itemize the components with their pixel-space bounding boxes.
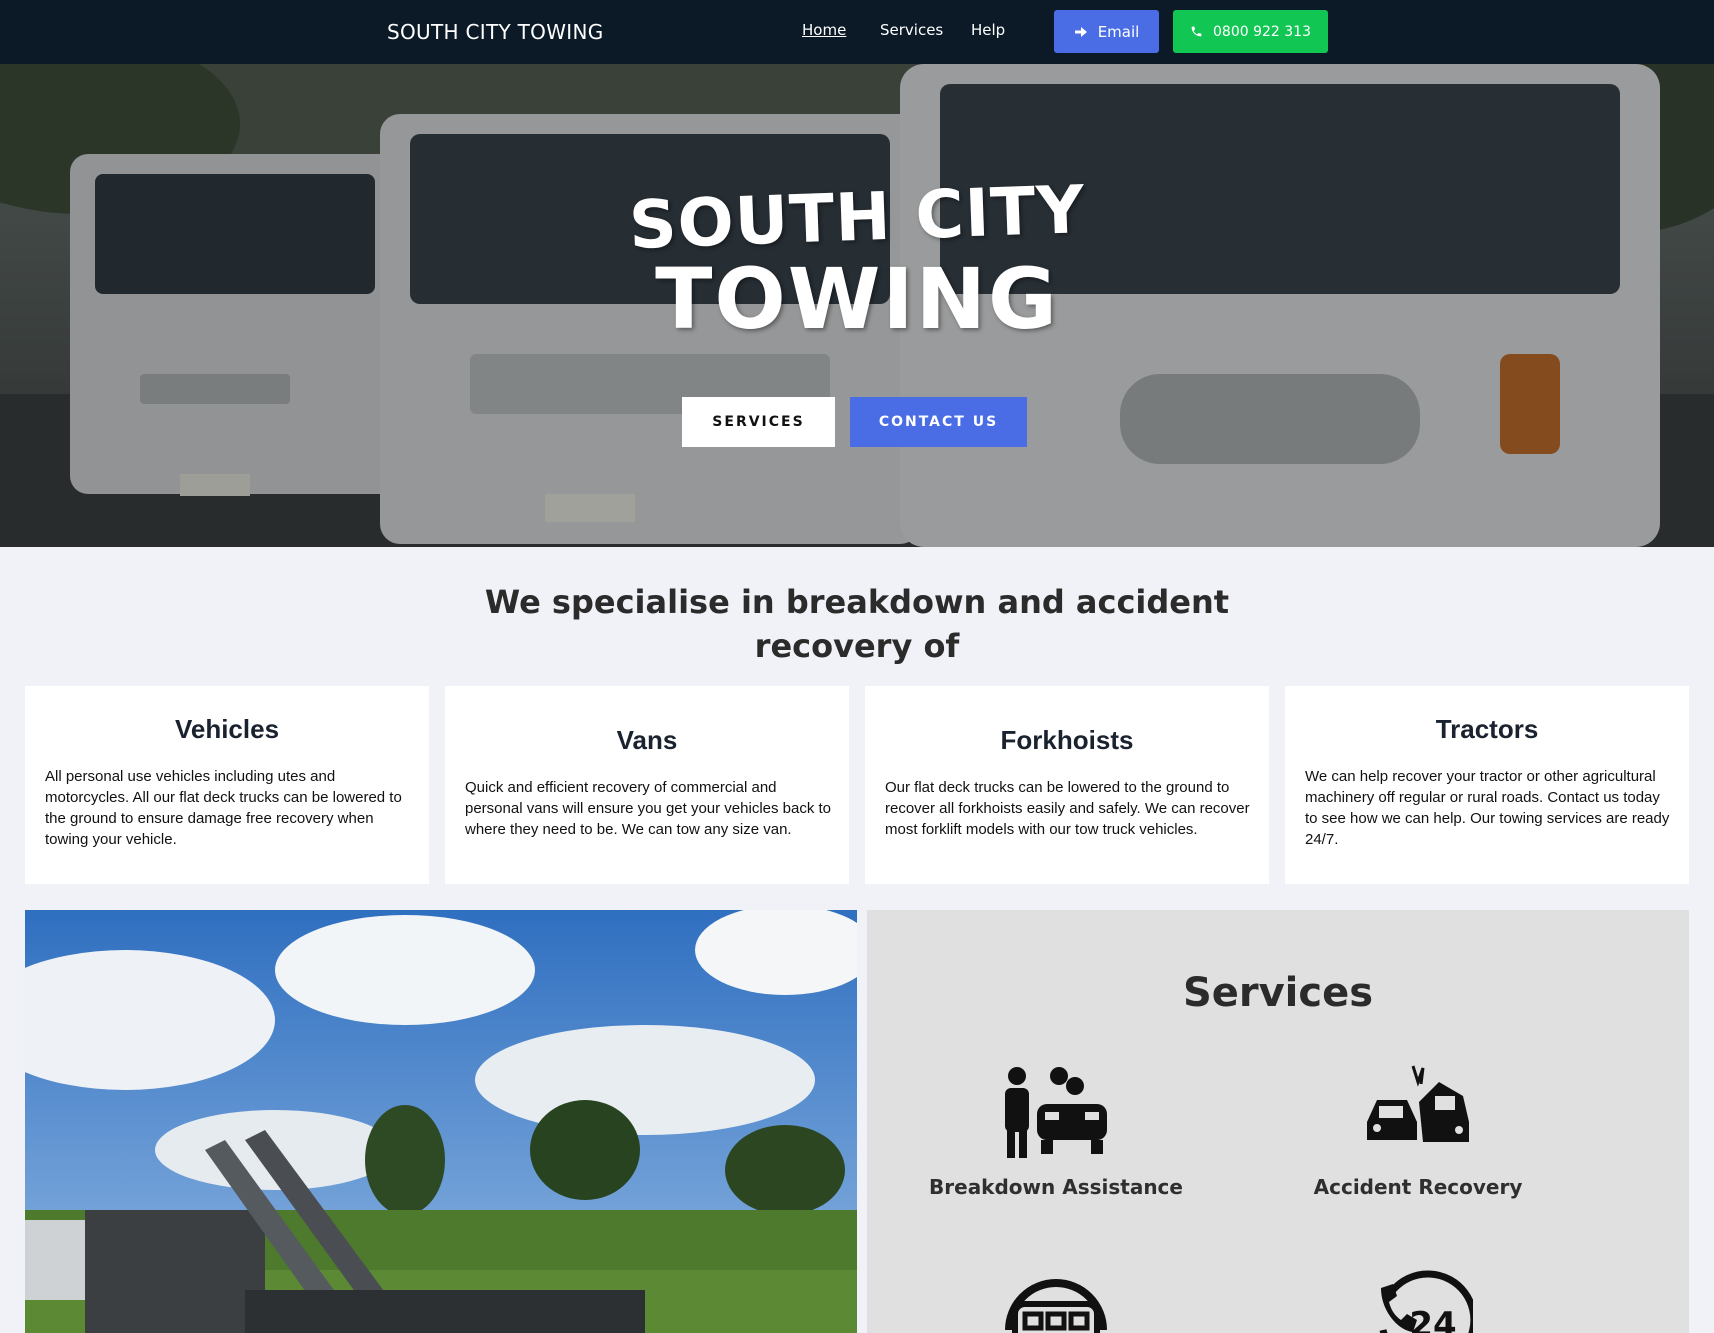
car-crash-icon [1367, 1065, 1469, 1142]
services-panel: Services Breakdown Assistance Accident R… [867, 910, 1689, 1333]
card-forkhoists: Forkhoists Our flat deck trucks can be l… [865, 686, 1269, 884]
specialise-heading: We specialise in breakdown and accident … [484, 583, 1230, 665]
hero-contact-button[interactable]: CONTACT US [850, 397, 1027, 447]
email-button-label: Email [1097, 22, 1140, 41]
hero-section: SOUTH CITY TOWING SERVICES CONTACT US [0, 64, 1714, 547]
hero-logo-line1: SOUTH CITY [627, 171, 1087, 264]
service-breakdown-assistance[interactable]: Breakdown Assistance [896, 1062, 1216, 1199]
phone-icon [1191, 26, 1202, 37]
service-item-3[interactable] [896, 1270, 1216, 1333]
card-text: Our flat deck trucks can be lowered to t… [885, 779, 1250, 838]
top-navbar: SOUTH CITY TOWING Home Services Help Ema… [0, 0, 1714, 64]
card-text: Quick and efficient recovery of commerci… [465, 779, 832, 838]
card-title: Tractors [1435, 714, 1539, 744]
card-title: Forkhoists [1000, 725, 1134, 755]
hero-services-button[interactable]: SERVICES [682, 397, 835, 447]
card-text: We can help recover your tractor or othe… [1305, 768, 1670, 848]
phone-24-icon: 24 [1379, 1270, 1478, 1333]
hero-logo-line2: TOWING [655, 250, 1059, 348]
nav-link-services[interactable]: Services [880, 21, 943, 39]
phone-24-icon-text: 24 [1409, 1305, 1456, 1333]
card-title: Vehicles [174, 714, 280, 744]
card-vehicles: Vehicles All personal use vehicles inclu… [25, 686, 429, 884]
service-accident-recovery[interactable]: Accident Recovery [1258, 1062, 1578, 1199]
nav-link-home[interactable]: Home [802, 21, 846, 39]
card-tractors: Tractors We can help recover your tracto… [1285, 686, 1689, 884]
service-label: Accident Recovery [1313, 1175, 1523, 1199]
tow-truck-photo [25, 910, 857, 1333]
services-heading: Services [1182, 970, 1374, 1016]
brand-name[interactable]: SOUTH CITY TOWING [387, 20, 604, 44]
service-label: Breakdown Assistance [929, 1175, 1183, 1199]
card-vans: Vans Quick and efficient recovery of com… [445, 686, 849, 884]
mechanic-car-icon [1005, 1067, 1107, 1158]
phone-button-label: 0800 922 313 [1213, 23, 1311, 40]
email-button[interactable]: Email [1054, 10, 1159, 53]
card-title: Vans [616, 725, 678, 755]
nav-link-help[interactable]: Help [971, 21, 1005, 39]
arrow-right-icon [1074, 26, 1087, 37]
hero-logo: SOUTH CITY TOWING [0, 171, 1714, 348]
service-item-4[interactable]: 24 [1258, 1270, 1578, 1333]
phone-button[interactable]: 0800 922 313 [1173, 10, 1328, 53]
card-text: All personal use vehicles including utes… [45, 768, 402, 848]
truck-front-icon [1005, 1279, 1107, 1333]
